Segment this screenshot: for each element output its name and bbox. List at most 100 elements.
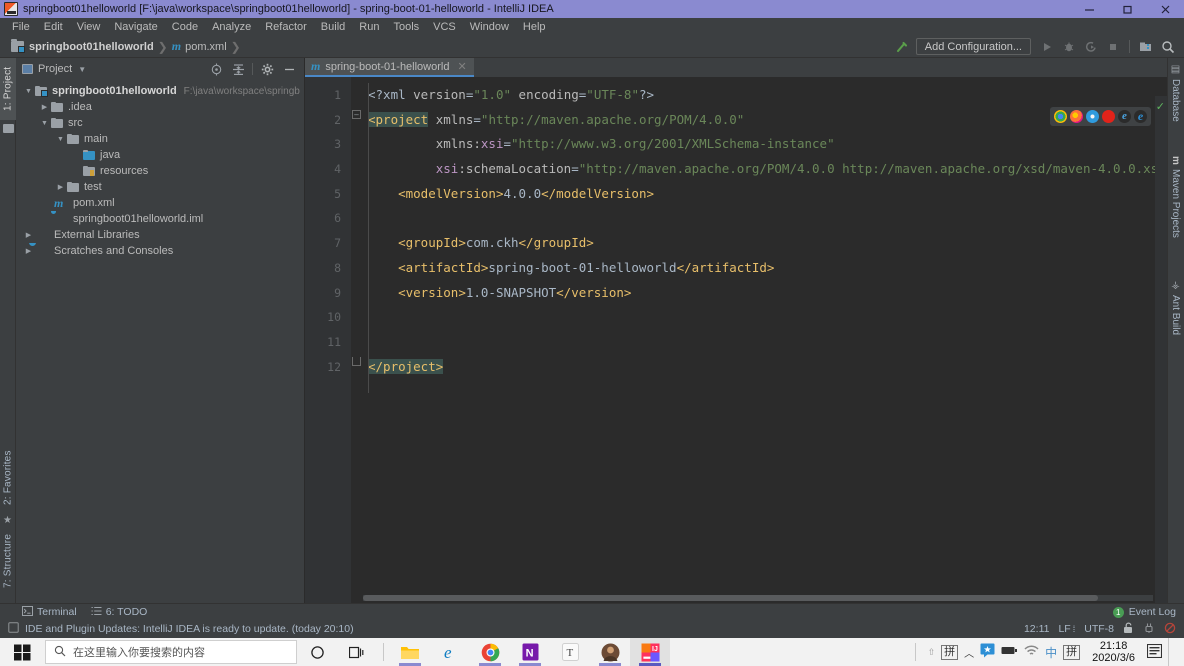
close-button[interactable] [1146, 0, 1184, 18]
code-line[interactable]: <groupId>com.ckh</groupId> [363, 231, 1167, 256]
sidebar-tab-database[interactable]: ▤ Database [1167, 60, 1184, 134]
tree-node-java[interactable]: java [16, 147, 304, 163]
code-content[interactable]: <?xml version="1.0" encoding="UTF-8"?> <p… [363, 77, 1167, 603]
error-stripe-markup[interactable]: ✓ [1155, 96, 1167, 622]
menu-view[interactable]: View [70, 18, 108, 36]
tree-node-src[interactable]: src [16, 115, 304, 131]
chevron-down-icon[interactable]: ▼ [78, 65, 86, 74]
sidebar-tab-structure[interactable]: 7: Structure [0, 522, 16, 600]
tree-node-test[interactable]: test [16, 179, 304, 195]
menu-refactor[interactable]: Refactor [258, 18, 314, 36]
wifi-icon[interactable] [1024, 644, 1039, 660]
close-icon[interactable]: ✕ [457, 60, 466, 73]
inspections-off-icon[interactable] [1164, 622, 1176, 637]
tree-node-main[interactable]: main [16, 131, 304, 147]
twisty-right-icon[interactable] [22, 231, 35, 239]
run-with-coverage-icon[interactable] [1081, 38, 1101, 56]
menu-edit[interactable]: Edit [37, 18, 70, 36]
unlocked-icon[interactable] [1123, 622, 1134, 637]
microsoft-edge-legacy-icon[interactable]: e [430, 638, 470, 666]
notification-flag-icon[interactable] [980, 643, 995, 661]
tree-node-resources[interactable]: resources [16, 163, 304, 179]
twisty-down-icon[interactable] [38, 120, 51, 127]
event-log-button[interactable]: 1 Event Log [1112, 606, 1184, 618]
editor-tab-pom[interactable]: m spring-boot-01-helloworld ✕ [305, 58, 474, 77]
google-chrome-icon[interactable] [470, 638, 510, 666]
twisty-down-icon[interactable] [22, 88, 35, 95]
add-configuration-button[interactable]: Add Configuration... [915, 38, 1031, 55]
twisty-right-icon[interactable] [22, 247, 35, 255]
code-editor[interactable]: 1 2 3 4 5 6 7 8 9 10 11 12 – <?xml versi… [305, 77, 1167, 622]
code-line[interactable]: <project xmlns="http://maven.apache.org/… [363, 108, 1167, 133]
hammer-icon[interactable] [892, 38, 912, 56]
menu-tools[interactable]: Tools [386, 18, 426, 36]
tree-node-external-libraries[interactable]: External Libraries [16, 227, 304, 243]
locate-icon[interactable] [205, 59, 227, 79]
code-line[interactable]: xsi:schemaLocation="http://maven.apache.… [363, 157, 1167, 182]
code-line[interactable] [363, 305, 1167, 330]
sidebar-tab-project[interactable]: 1: Project [0, 58, 16, 120]
windows-start-icon[interactable] [0, 638, 44, 666]
status-message[interactable]: IDE and Plugin Updates: IntelliJ IDEA is… [25, 623, 354, 635]
menu-window[interactable]: Window [463, 18, 516, 36]
ime-pinyin-icon[interactable]: 拼 [941, 644, 959, 660]
hide-panel-icon[interactable] [278, 59, 300, 79]
menu-navigate[interactable]: Navigate [107, 18, 164, 36]
menu-code[interactable]: Code [165, 18, 205, 36]
twisty-down-icon[interactable] [54, 136, 67, 143]
code-line[interactable]: <modelVersion>4.0.0</modelVersion> [363, 182, 1167, 207]
code-line[interactable]: <?xml version="1.0" encoding="UTF-8"?> [363, 83, 1167, 108]
file-explorer-icon[interactable] [390, 638, 430, 666]
sidebar-tab-maven-projects[interactable]: m Maven Projects [1167, 152, 1184, 260]
action-center-icon[interactable] [1146, 643, 1163, 661]
twisty-right-icon[interactable] [54, 183, 67, 191]
edge-icon[interactable]: e [1134, 110, 1147, 123]
menu-run[interactable]: Run [352, 18, 386, 36]
code-line[interactable] [363, 206, 1167, 231]
chevron-up-icon[interactable]: ︿ [964, 645, 974, 660]
sidebar-tab-favorites[interactable]: 2: Favorites [0, 440, 16, 516]
internet-explorer-icon[interactable]: e [1118, 110, 1131, 123]
code-line[interactable]: <version>1.0-SNAPSHOT</version> [363, 281, 1167, 306]
battery-icon[interactable] [1001, 645, 1018, 659]
search-everywhere-icon[interactable] [1158, 38, 1178, 56]
caret-position[interactable]: 12:11 [1024, 623, 1050, 635]
debug-icon[interactable] [1059, 38, 1079, 56]
bottom-tab-todo[interactable]: 6: TODO [91, 606, 147, 619]
code-line[interactable] [363, 330, 1167, 355]
firefox-icon[interactable] [1070, 110, 1083, 123]
task-view-icon[interactable] [337, 638, 377, 666]
code-line[interactable]: <artifactId>spring-boot-01-helloworld</a… [363, 256, 1167, 281]
breadcrumb-file[interactable]: m pom.xml [169, 36, 230, 58]
code-line[interactable]: xmlns:xsi="http://www.w3.org/2001/XMLSch… [363, 132, 1167, 157]
bottom-tab-terminal[interactable]: Terminal [22, 605, 77, 619]
menu-vcs[interactable]: VCS [426, 18, 463, 36]
minimize-button[interactable] [1070, 0, 1108, 18]
user-avatar-icon[interactable] [590, 638, 630, 666]
chrome-icon[interactable] [1054, 110, 1067, 123]
taskbar-search-input[interactable]: 在这里输入你要搜索的内容 [45, 640, 297, 664]
tree-node-springboot01helloworld[interactable]: springboot01helloworld F:\java\workspace… [16, 83, 304, 99]
menu-file[interactable]: File [5, 18, 37, 36]
taskbar-clock[interactable]: 21:18 2020/3/6 [1086, 640, 1141, 664]
twisty-right-icon[interactable] [38, 103, 51, 111]
ime-pinyin-2-icon[interactable]: 拼 [1063, 644, 1081, 660]
inspections-ok-icon[interactable]: ✓ [1156, 100, 1165, 113]
file-encoding[interactable]: UTF-8 [1084, 623, 1114, 635]
intellij-idea-icon[interactable]: IJ [630, 638, 670, 666]
opera-icon[interactable] [1102, 110, 1115, 123]
settings-gear-icon[interactable] [256, 59, 278, 79]
stop-icon[interactable] [1103, 38, 1123, 56]
fold-end-icon[interactable] [352, 357, 361, 366]
tree-node-idea[interactable]: .idea [16, 99, 304, 115]
tree-node-pom-xml[interactable]: m pom.xml [16, 195, 304, 211]
collapse-all-icon[interactable] [227, 59, 249, 79]
menu-help[interactable]: Help [516, 18, 553, 36]
fold-collapse-icon[interactable]: – [352, 110, 361, 119]
show-desktop-button[interactable] [1168, 638, 1180, 666]
tree-node-iml[interactable]: springboot01helloworld.iml [16, 211, 304, 227]
ime-mode-icon[interactable]: 中 [1045, 644, 1057, 661]
typora-icon[interactable]: T [550, 638, 590, 666]
line-separator[interactable]: LF ⁞ [1058, 623, 1075, 635]
project-structure-icon[interactable] [1136, 38, 1156, 56]
